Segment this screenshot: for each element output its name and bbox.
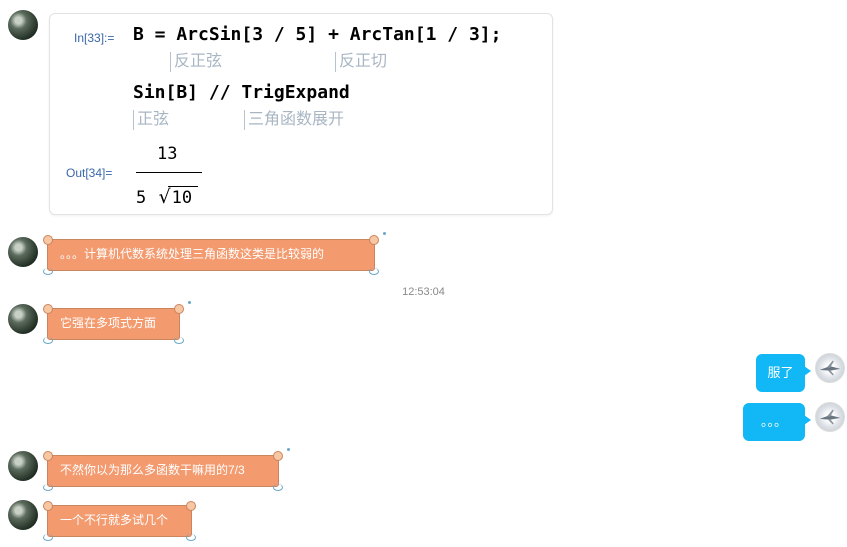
hint-trigexpand: 三角函数展开 bbox=[244, 110, 344, 130]
denominator-coefficient: 5 bbox=[136, 188, 147, 208]
chat-bubble[interactable]: 。。。计算机代数系统处理三角函数这类是比较弱的 bbox=[43, 232, 386, 275]
avatar[interactable] bbox=[8, 237, 38, 267]
input-line-1: B = ArcSin[3 / 5] + ArcTan[1 / 3]; bbox=[133, 24, 502, 45]
scroll-curl-icon bbox=[186, 534, 196, 541]
input-label: In[33]:= bbox=[74, 31, 115, 45]
mathematica-card: In[33]:= B = ArcSin[3 / 5] + ArcTan[1 / … bbox=[49, 13, 553, 215]
message-text: 它强在多项式方面 bbox=[60, 316, 157, 330]
avatar[interactable] bbox=[8, 10, 38, 40]
fighter-jet-icon bbox=[819, 360, 841, 376]
avatar[interactable] bbox=[8, 451, 38, 481]
avatar[interactable] bbox=[8, 500, 38, 530]
message-text: 。。。计算机代数系统处理三角函数这类是比较弱的 bbox=[60, 247, 325, 261]
message-text: 服了 bbox=[767, 365, 794, 380]
avatar[interactable] bbox=[815, 402, 845, 432]
scroll-curl-icon bbox=[369, 268, 379, 275]
scroll-curl-icon bbox=[273, 484, 283, 491]
radicand: 10 bbox=[171, 188, 193, 208]
fighter-jet-icon bbox=[819, 409, 841, 425]
scroll-curl-icon bbox=[43, 534, 53, 541]
chat-bubble[interactable]: 一个不行就多试几个 bbox=[43, 501, 196, 541]
scroll-curl-icon bbox=[43, 268, 53, 275]
sqrt-symbol: √ bbox=[158, 186, 171, 208]
scroll-curl-icon bbox=[43, 337, 53, 344]
message-text: 。。。 bbox=[760, 414, 787, 429]
decoration-dot-icon bbox=[287, 448, 290, 451]
fraction-denominator: 5 √10 bbox=[136, 186, 192, 208]
sqrt-overline bbox=[168, 186, 198, 187]
hint-arctan: 反正切 bbox=[335, 52, 387, 72]
fraction-bar bbox=[136, 172, 202, 173]
message-text: 一个不行就多试几个 bbox=[60, 513, 169, 527]
chat-bubble[interactable]: 服了 bbox=[756, 354, 811, 392]
decoration-dot-icon bbox=[188, 301, 191, 304]
decoration-dot-icon bbox=[383, 232, 386, 235]
chat-bubble[interactable]: 它强在多项式方面 bbox=[43, 301, 191, 344]
scroll-curl-icon bbox=[174, 337, 184, 344]
avatar[interactable] bbox=[8, 304, 38, 334]
hint-arcsin: 反正弦 bbox=[170, 52, 222, 72]
hint-sin: 正弦 bbox=[133, 110, 169, 130]
output-label: Out[34]= bbox=[66, 166, 113, 180]
input-line-2: Sin[B] // TrigExpand bbox=[133, 82, 350, 103]
chat-bubble[interactable]: 不然你以为那么多函数干嘛用的7/3 bbox=[43, 448, 290, 491]
chat-bubble[interactable]: 。。。 bbox=[743, 403, 811, 441]
avatar[interactable] bbox=[815, 353, 845, 383]
timestamp: 12:53:04 bbox=[402, 286, 445, 298]
message-text: 不然你以为那么多函数干嘛用的7/3 bbox=[60, 463, 245, 477]
fraction-numerator: 13 bbox=[157, 144, 178, 164]
scroll-curl-icon bbox=[43, 484, 53, 491]
